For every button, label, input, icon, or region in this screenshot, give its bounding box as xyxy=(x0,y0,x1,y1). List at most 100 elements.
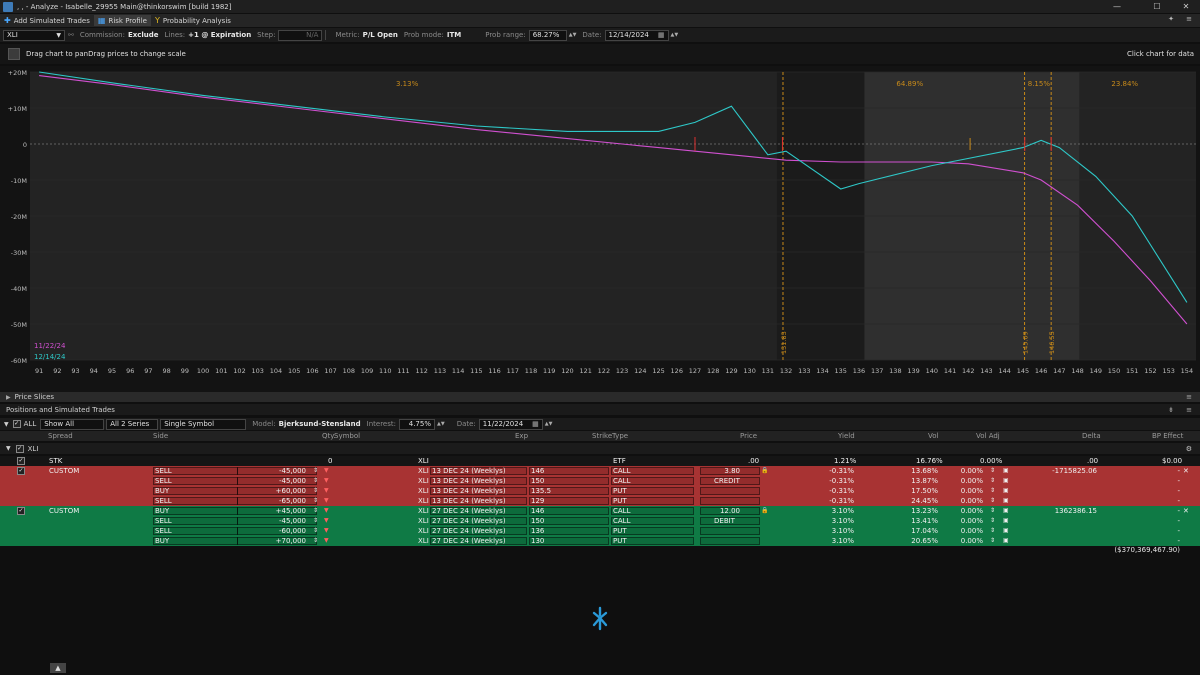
qty-menu-icon[interactable]: ▼ xyxy=(324,507,329,514)
single-symbol-select[interactable]: Single Symbol xyxy=(160,418,247,430)
green-leg-row[interactable]: ⇕ ▼ ⇕ ▣ SELL -45,000 XLI 27 DEC 24 (Weeklys) 150… xyxy=(0,516,1200,526)
calendar-icon[interactable]: ▦ xyxy=(532,420,539,428)
col-delta[interactable]: Delta xyxy=(1082,432,1101,440)
remove-spread-icon[interactable]: ✕ xyxy=(1183,507,1189,515)
qty-stepper[interactable]: ⇕ xyxy=(313,537,318,544)
price-slices-bar[interactable]: ▶ Price Slices ≡ xyxy=(0,392,1200,402)
red-leg-row[interactable]: ⇕ ▼ ⇕ ▣ SELL -65,000 XLI 13 DEC 24 (Weeklys) 129… xyxy=(0,496,1200,506)
cell-field[interactable] xyxy=(700,527,760,535)
probability-analysis-tab[interactable]: Y Probability Analysis xyxy=(151,15,235,26)
qty-stepper[interactable]: ⇕ xyxy=(313,527,318,534)
green-leg-row[interactable]: ⇕ ▼ ⇕ ▣ BUY +70,000 XLI 27 DEC 24 (Weeklys) 130 P… xyxy=(0,536,1200,546)
expand-icon[interactable]: ▶ xyxy=(6,394,11,401)
col-yield[interactable]: Yield xyxy=(838,432,855,440)
red-leg-row[interactable]: ⇕ ▼ ⇕ ▣ BUY +60,000 XLI 13 DEC 24 (Weeklys) 135.… xyxy=(0,486,1200,496)
vol-adj-lock-icon[interactable]: ▣ xyxy=(1003,487,1009,494)
red-leg-row[interactable]: ⇕ ▼ ⇕ ▣ SELL -45,000 XLI 13 DEC 24 (Weeklys) 150… xyxy=(0,476,1200,486)
col-spread[interactable]: Spread xyxy=(48,432,73,440)
qty-menu-icon[interactable]: ▼ xyxy=(324,467,329,474)
metric-select[interactable]: P/L Open xyxy=(363,31,398,39)
col-type[interactable]: Type xyxy=(612,432,628,440)
close-icon[interactable]: ✕ xyxy=(1174,0,1198,13)
step-field[interactable]: N/A xyxy=(278,29,323,41)
positions-date-field[interactable]: 11/22/2024 ▦ xyxy=(478,418,543,430)
vol-adj-lock-icon[interactable]: ▣ xyxy=(1003,497,1009,504)
spread-checkbox[interactable]: ✓ xyxy=(17,467,25,475)
commission-select[interactable]: Exclude xyxy=(128,31,159,39)
symbol-group-row[interactable]: ▼ ✓ XLI ⚙ xyxy=(0,443,1200,454)
prob-range-stepper[interactable]: ▲▼ xyxy=(569,32,577,38)
all-checkbox[interactable]: ✓ xyxy=(12,420,21,428)
green-leg-row[interactable]: ✓ 🔒 ⇕ ▼ ⇕ ▣ ✕ CUSTOM BUY +45,000 XLI 27 DEC 24 (Wee… xyxy=(0,506,1200,516)
qty-stepper[interactable]: ⇕ xyxy=(313,507,318,514)
prob-range-field[interactable]: 68.27% xyxy=(528,29,567,41)
col-side[interactable]: Side xyxy=(153,432,168,440)
qty-menu-icon[interactable]: ▼ xyxy=(324,527,329,534)
vol-adj-stepper[interactable]: ⇕ xyxy=(990,497,995,504)
qty-stepper[interactable]: ⇕ xyxy=(313,497,318,504)
group-checkbox[interactable]: ✓ xyxy=(15,444,24,453)
positions-menu-icon[interactable]: ≡ xyxy=(1186,406,1192,414)
add-simulated-trades-button[interactable]: ✚ Add Simulated Trades xyxy=(0,15,94,26)
vol-adj-stepper[interactable]: ⇕ xyxy=(990,507,995,514)
qty-stepper[interactable]: ⇕ xyxy=(313,477,318,484)
vol-adj-lock-icon[interactable]: ▣ xyxy=(1003,507,1009,514)
qty-stepper[interactable]: ⇕ xyxy=(313,487,318,494)
col-exp[interactable]: Exp xyxy=(515,432,528,440)
stock-row-checkbox[interactable]: ✓ xyxy=(17,457,25,465)
cell-field[interactable] xyxy=(700,497,760,505)
lines-select[interactable]: +1 @ Expiration xyxy=(188,31,251,39)
vol-adj-lock-icon[interactable]: ▣ xyxy=(1003,477,1009,484)
series-select[interactable]: All 2 Series xyxy=(106,418,159,430)
vol-adj-lock-icon[interactable]: ▣ xyxy=(1003,527,1009,534)
vol-adj-stepper[interactable]: ⇕ xyxy=(990,517,995,524)
col-strike[interactable]: Strike xyxy=(592,432,612,440)
lock-icon[interactable]: 🔒 xyxy=(761,467,768,474)
qty-menu-icon[interactable]: ▼ xyxy=(324,477,329,484)
symbol-select[interactable]: XLI ▼ xyxy=(3,29,65,41)
lock-icon[interactable]: 🔒 xyxy=(761,507,768,514)
risk-profile-tab[interactable]: ▦ Risk Profile xyxy=(93,15,151,26)
qty-menu-icon[interactable]: ▼ xyxy=(324,487,329,494)
link-icon[interactable]: ⚯ xyxy=(68,31,74,39)
qty-menu-icon[interactable]: ▼ xyxy=(324,517,329,524)
minimize-icon[interactable]: — xyxy=(1105,0,1129,13)
chart-settings-icon[interactable] xyxy=(8,48,20,60)
pin-icon[interactable]: ✦ xyxy=(1168,15,1174,23)
vol-adj-stepper[interactable]: ⇕ xyxy=(990,537,995,544)
spread-checkbox[interactable]: ✓ xyxy=(17,507,25,515)
expand-panel-button[interactable]: ▲ xyxy=(50,663,66,673)
col-vol-adj[interactable]: Vol Adj xyxy=(976,432,1000,440)
model-select[interactable]: Bjerksund-Stensland xyxy=(279,420,361,428)
collapse-icon[interactable]: ⇟ xyxy=(1168,406,1174,414)
red-leg-row[interactable]: ✓ 🔒 ⇕ ▼ ⇕ ▣ ✕ CUSTOM SELL -45,000 XLI 13 DEC 24 (We… xyxy=(0,466,1200,476)
maximize-icon[interactable]: ☐ xyxy=(1145,0,1169,13)
col-symbol[interactable]: Symbol xyxy=(334,432,360,440)
col-vol[interactable]: Vol xyxy=(928,432,938,440)
qty-menu-icon[interactable]: ▼ xyxy=(324,537,329,544)
interest-field[interactable]: 4.75% xyxy=(399,418,435,430)
remove-spread-icon[interactable]: ✕ xyxy=(1183,467,1189,475)
menu-icon[interactable]: ≡ xyxy=(1186,15,1192,23)
collapse-all-icon[interactable]: ▼ xyxy=(4,421,9,428)
green-leg-row[interactable]: ⇕ ▼ ⇕ ▣ SELL -60,000 XLI 27 DEC 24 (Weeklys) 136… xyxy=(0,526,1200,536)
col-price[interactable]: Price xyxy=(740,432,757,440)
positions-date-stepper[interactable]: ▲▼ xyxy=(545,421,553,427)
gear-icon[interactable]: ⚙ xyxy=(1186,445,1192,453)
slices-menu-icon[interactable]: ≡ xyxy=(1186,393,1192,401)
stock-row[interactable]: ✓ STK 0 XLI ETF .00 1.21% 16.76% 0.00% .… xyxy=(0,456,1200,466)
prob-mode-select[interactable]: ITM xyxy=(447,31,461,39)
cell-field[interactable] xyxy=(700,537,760,545)
qty-stepper[interactable]: ⇕ xyxy=(313,467,318,474)
date-field[interactable]: 12/14/2024 ▦ xyxy=(604,29,669,41)
interest-stepper[interactable]: ▲▼ xyxy=(437,421,445,427)
vol-adj-lock-icon[interactable]: ▣ xyxy=(1003,537,1009,544)
vol-adj-stepper[interactable]: ⇕ xyxy=(990,487,995,494)
risk-profile-chart[interactable]: 131.83 145.09 146.55 91 92 93 94 95 96 97 98 99 100… xyxy=(0,66,1200,392)
qty-stepper[interactable]: ⇕ xyxy=(313,517,318,524)
col-bp-effect[interactable]: BP Effect xyxy=(1152,432,1183,440)
show-all-select[interactable]: Show All xyxy=(40,418,105,430)
vol-adj-lock-icon[interactable]: ▣ xyxy=(1003,467,1009,474)
group-collapse-icon[interactable]: ▼ xyxy=(6,445,11,452)
date-stepper[interactable]: ▲▼ xyxy=(671,32,679,38)
